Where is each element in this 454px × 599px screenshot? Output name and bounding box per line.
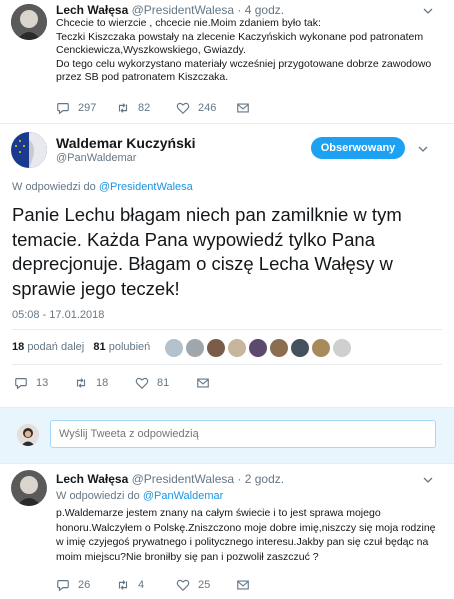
text-line: moim miejscu?Nie broniłby się pan i pozw… (56, 550, 319, 563)
engagement-stats: 18 podań dalej 81 polubień (12, 341, 150, 353)
retweet-icon (118, 580, 128, 590)
reply-action[interactable]: 297 (56, 101, 96, 115)
liker-avatar[interactable] (186, 339, 204, 357)
envelope-icon (237, 103, 249, 113)
reply-action[interactable]: 26 (56, 578, 90, 592)
chevron-down-icon[interactable] (423, 6, 433, 16)
retweet-action[interactable]: 4 (116, 578, 144, 592)
retweets-stat-count: 18 (12, 341, 25, 353)
avatar-lech[interactable] (11, 470, 47, 506)
likers-avatars (165, 339, 351, 357)
heart-icon (176, 579, 190, 592)
reply-input[interactable] (50, 420, 436, 448)
author-name[interactable]: Lech Wałęsa (56, 3, 128, 17)
retweet-icon (76, 378, 86, 388)
retweet-action[interactable]: 82 (116, 101, 150, 115)
retweet-icon (118, 103, 128, 113)
reply-icon (57, 103, 69, 115)
reply-to-prefix: W odpowiedzi do (56, 490, 140, 502)
tweet-text: p.Waldemarze jestem znany na całym świec… (56, 506, 451, 564)
avatar-image (11, 470, 47, 506)
like-action[interactable]: 81 (135, 376, 169, 390)
main-tweet-text: Panie Lechu błagam niech pan zamilknie w… (12, 204, 402, 299)
divider (12, 329, 442, 330)
like-count: 246 (198, 102, 217, 114)
liker-avatar[interactable] (333, 339, 351, 357)
reply-composer-area (0, 407, 454, 464)
liker-avatar[interactable] (207, 339, 225, 357)
divider (0, 123, 454, 124)
liker-avatar[interactable] (228, 339, 246, 357)
text-line: w imię czyjegoś prywatnego i polityczneg… (56, 536, 429, 548)
heart-icon (135, 377, 149, 390)
current-user-avatar[interactable] (17, 424, 39, 446)
likes-stat-label: polubień (108, 341, 151, 353)
dm-action[interactable] (196, 376, 218, 390)
retweet-action[interactable]: 18 (74, 376, 108, 390)
reply-count: 13 (36, 377, 49, 389)
divider (12, 364, 442, 365)
chevron-down-icon[interactable] (418, 144, 428, 154)
author-handle[interactable]: @PanWaldemar (56, 152, 136, 164)
dm-action[interactable] (236, 101, 258, 115)
text-line: Do tego celu wykorzystano materiały wcze… (56, 57, 432, 70)
reply-count: 26 (78, 579, 91, 591)
liker-avatar[interactable] (165, 339, 183, 357)
text-line: p.Waldemarze jestem znany na całym świec… (56, 507, 381, 519)
avatar-image (11, 132, 47, 168)
liker-avatar[interactable] (291, 339, 309, 357)
retweet-count: 82 (138, 102, 151, 114)
reply-to-link[interactable]: @PresidentWalesa (99, 181, 193, 193)
avatar-image (17, 424, 39, 446)
avatar-lech[interactable] (11, 4, 47, 40)
reply-icon (57, 580, 69, 592)
likers-avatar-row (162, 337, 164, 357)
reply-count: 297 (78, 102, 97, 114)
liker-avatar[interactable] (312, 339, 330, 357)
text-line: honoru.Walczyłem o Polskę.Zniszczono moj… (56, 521, 436, 534)
tweet-time[interactable]: · 2 godz. (237, 472, 284, 486)
retweets-stat-label: podań dalej (27, 341, 85, 353)
envelope-icon (237, 580, 249, 590)
retweets-stat[interactable]: 18 podań dalej (12, 341, 87, 353)
author-handle[interactable]: @PresidentWalesa (132, 472, 234, 486)
heart-icon (176, 102, 190, 115)
likes-stat-count: 81 (93, 341, 106, 353)
text-line: Teczki Kiszczaka powstały na zlecenie Ka… (56, 30, 424, 43)
reply-action[interactable]: 13 (14, 376, 48, 390)
dm-action[interactable] (236, 578, 258, 592)
likes-stat[interactable]: 81 polubień (93, 341, 150, 353)
tweet-time[interactable]: · 4 godz. (237, 3, 284, 17)
follow-button[interactable]: Obserwowany (311, 137, 405, 159)
author-name[interactable]: Lech Wałęsa (56, 472, 128, 486)
retweet-count: 4 (138, 579, 145, 591)
author-name[interactable]: Waldemar Kuczyński (56, 135, 196, 151)
author-handle[interactable]: @PresidentWalesa (132, 3, 234, 17)
avatar-waldemar[interactable] (11, 132, 47, 168)
like-action[interactable]: 25 (176, 578, 210, 592)
tweet-text: Chcecie to wierzcie , chcecie nie.Moim z… (56, 17, 446, 85)
tweet-timestamp[interactable]: 05:08 - 17.01.2018 (12, 309, 104, 321)
liker-avatar[interactable] (270, 339, 288, 357)
like-action[interactable]: 246 (176, 101, 216, 115)
envelope-icon (197, 378, 209, 388)
retweet-count: 18 (96, 377, 109, 389)
chevron-down-icon[interactable] (423, 475, 433, 485)
avatar-image (11, 4, 47, 40)
reply-to-link[interactable]: @PanWaldemar (143, 490, 223, 502)
like-count: 25 (198, 579, 211, 591)
text-line: przez SB pod patronatem Kiszczaka. (56, 71, 229, 83)
reply-icon (15, 378, 27, 390)
like-count: 81 (157, 377, 170, 389)
text-line: Chcecie to wierzcie , chcecie nie.Moim z… (56, 17, 321, 29)
liker-avatar[interactable] (249, 339, 267, 357)
text-line: Cenckiewicza,Wyszkowskiego, Gwiazdy. (56, 44, 246, 56)
reply-to-prefix: W odpowiedzi do (12, 181, 96, 193)
